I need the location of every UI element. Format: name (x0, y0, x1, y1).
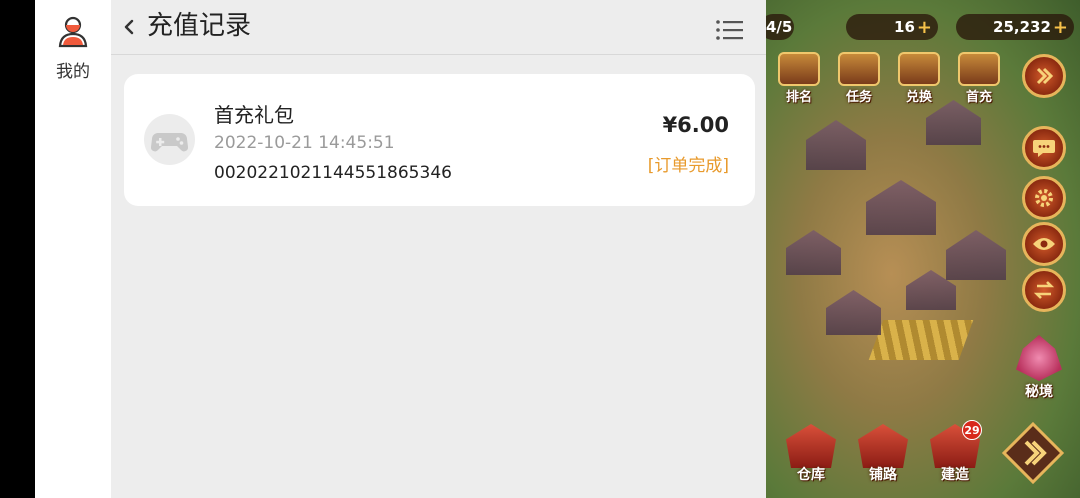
progress-value: 4/5 (766, 18, 793, 36)
order-amount: ¥6.00 (662, 113, 729, 137)
add-gem-icon[interactable]: + (917, 17, 932, 38)
order-number: 002022102114455186​5346 (214, 163, 452, 183)
gamepad-icon (150, 133, 189, 152)
side-item-label: 我的 (56, 62, 90, 82)
gold-counter[interactable]: 25,232 + (956, 14, 1074, 40)
tasks-label: 任务 (845, 90, 872, 105)
order-status: [订单完成] (647, 156, 729, 176)
gear-icon (1035, 189, 1053, 207)
next-button[interactable] (1000, 420, 1066, 488)
header: 充值记录 (111, 0, 766, 55)
chest-icon (898, 52, 940, 86)
recharge-panel: 充值记录 首充礼包 2022-10-21 14:45:51 0020221021… (111, 0, 766, 498)
menu-list-icon[interactable] (715, 18, 745, 42)
road-label: 铺路 (869, 467, 897, 483)
ranking-icon (778, 52, 820, 86)
secret-realm-label: 秘境 (1025, 384, 1053, 400)
view-button[interactable] (1022, 222, 1066, 266)
building (866, 180, 936, 235)
expand-button[interactable] (1022, 54, 1066, 98)
side-item-me[interactable]: 我的 (35, 14, 111, 90)
game-thumbnail (144, 114, 195, 165)
order-name: 首充礼包 (214, 103, 294, 127)
building (826, 290, 881, 335)
exchange-button[interactable]: 兑换 (892, 52, 946, 105)
chat-bubble-icon (1033, 140, 1055, 157)
build-label: 建造 (941, 467, 969, 483)
screen-edge (0, 0, 35, 498)
gem-counter[interactable]: 16 + (846, 14, 938, 40)
ranking-label: 排名 (785, 90, 812, 105)
swap-arrows-icon (1033, 281, 1055, 299)
progress-counter: 4/5 (766, 14, 794, 40)
settings-button[interactable] (1022, 176, 1066, 220)
gold-value: 25,232 (993, 18, 1051, 36)
ranking-button[interactable]: 排名 (772, 52, 826, 105)
gift-icon (958, 52, 1000, 86)
warehouse-button[interactable]: 仓库 (778, 420, 844, 488)
eye-icon (1033, 238, 1055, 250)
tasks-button[interactable]: 任务 (832, 52, 886, 105)
farm-field (868, 320, 974, 360)
build-button[interactable]: 29 建造 (922, 420, 988, 488)
page-title: 充值记录 (147, 11, 252, 41)
diamond-arrow-icon (1001, 421, 1065, 485)
chat-button[interactable] (1022, 126, 1066, 170)
switch-button[interactable] (1022, 268, 1066, 312)
scroll-icon (838, 52, 880, 86)
back-arrow-icon[interactable] (119, 13, 139, 41)
lotus-icon (1016, 335, 1062, 381)
first-recharge-label: 首充 (965, 90, 992, 105)
warehouse-label: 仓库 (797, 467, 825, 483)
side-nav: 我的 (35, 0, 111, 498)
secret-realm-button[interactable]: 秘境 (1006, 335, 1072, 403)
building (926, 100, 981, 145)
warehouse-icon (786, 424, 836, 468)
building (946, 230, 1006, 280)
first-recharge-button[interactable]: 首充 (952, 52, 1006, 105)
build-badge: 29 (962, 420, 982, 440)
double-chevron-icon (1036, 67, 1054, 85)
building (786, 230, 841, 275)
order-card[interactable]: 首充礼包 2022-10-21 14:45:51 002022102114455… (124, 74, 755, 206)
building (806, 120, 866, 170)
road-icon (858, 424, 908, 468)
gem-value: 16 (894, 18, 915, 36)
add-gold-icon[interactable]: + (1053, 17, 1068, 38)
game-view[interactable]: 4/5 16 + 25,232 + 排名 任务 兑换 首充 秘境 仓库 铺路 2… (766, 0, 1080, 498)
order-time: 2022-10-21 14:45:51 (214, 133, 395, 153)
road-button[interactable]: 铺路 (850, 420, 916, 488)
user-icon (58, 16, 88, 48)
exchange-label: 兑换 (905, 90, 932, 105)
